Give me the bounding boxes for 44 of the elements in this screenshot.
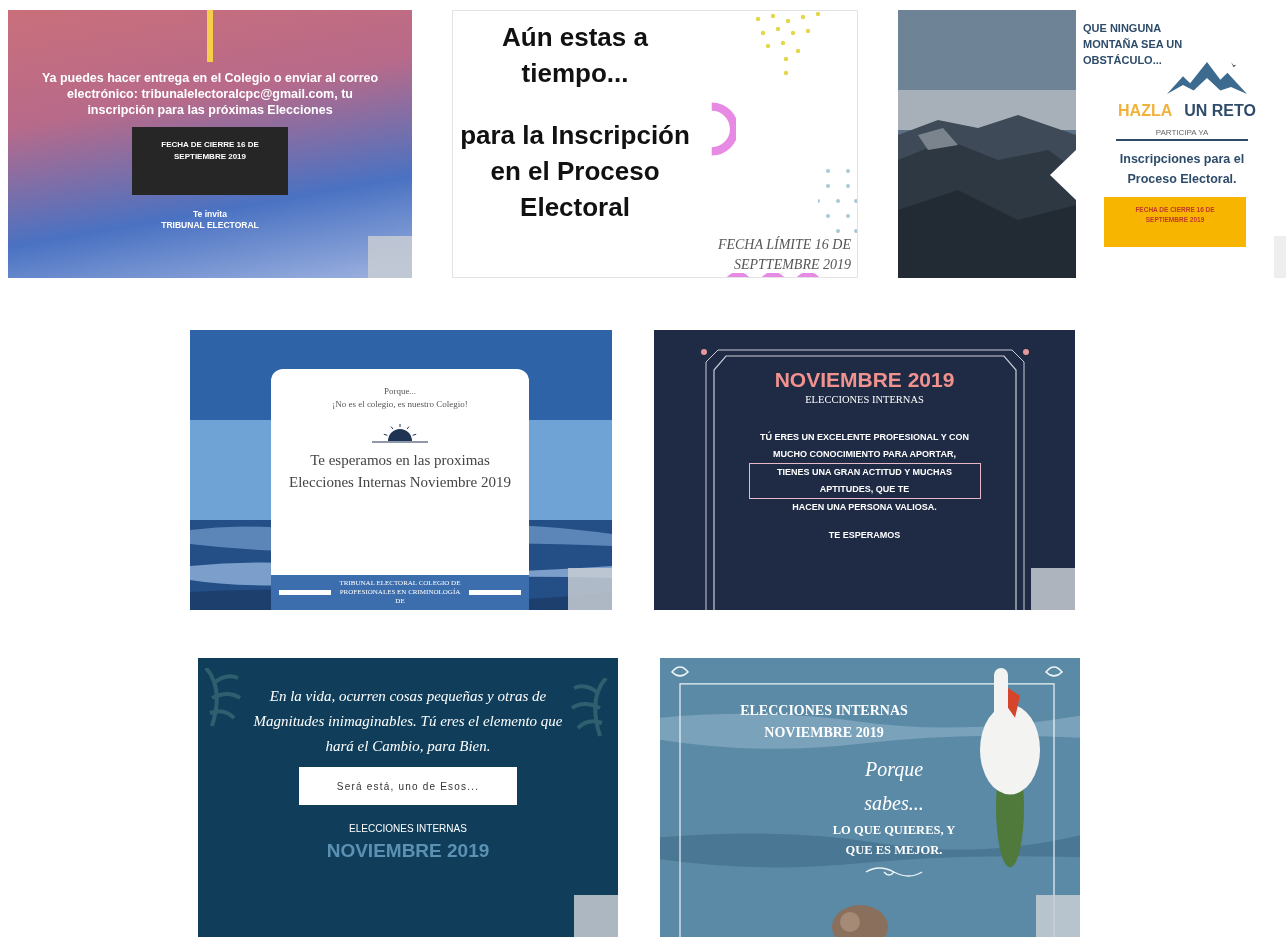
poster-card[interactable]: NOVIEMBRE 2019 ELECCIONES INTERNAS TÚ ERES UN EXCELENTE PROFESIONAL Y CON MUCHO CONOCIMIENTO PARA APORTAR, TIENES UNA GRAN ACTITUD Y MUCHAS APTITUDES, QUE TE HACEN UNA PERSONA VALIOSA. TE ESPERAMOS [654, 330, 1075, 610]
poster-headline: Aún estas a tiempo... [501, 21, 649, 90]
poster-tagline: QUE NINGUNA MONTAÑA SEA UN OBSTÁCULO... [1083, 21, 1184, 68]
poster-message: Inscripciones para el Proceso Electoral. [1118, 151, 1246, 188]
overlay-tile [368, 236, 412, 278]
poster-accent-word: HAZLA [1118, 102, 1173, 120]
overlay-tile [1036, 895, 1080, 937]
poster-footer-text: TRIBUNAL ELECTORAL [161, 220, 259, 231]
overlay-tile [574, 895, 618, 937]
poster-footer-text: Te invita [193, 209, 227, 220]
poster-intro: Porque... [383, 385, 417, 398]
poster-heading: NOVIEMBRE 2019 [774, 368, 955, 392]
poster-caption: PARTICIPA YA [1115, 128, 1249, 141]
mountain-icon [1167, 60, 1247, 96]
leaf-drawing [204, 668, 244, 728]
overlay-tile [1031, 568, 1075, 610]
accent-bar [207, 10, 213, 62]
poster-message: Te esperamos en las proximas Elecciones Internas Noviembre 2019 [288, 451, 512, 492]
deadline-text: FECHA LÍMITE 16 DE SEPTTEMBRE 2019 [716, 235, 851, 274]
poster-message: TÚ ERES UN EXCELENTE PROFESIONAL Y CON MUCHO CONOCIMIENTO PARA APORTAR, [758, 430, 970, 461]
boxed-text: TIENES UNA GRAN ACTITUD Y MUCHAS APTITUDES, QUE TE [748, 463, 981, 499]
poster-card[interactable]: Aún estas a tiempo... para la Inscripción en el Proceso Electoral FECHA LÍMITE 16 DE SEPTTEMBRE 2019 [452, 10, 858, 278]
date-box: FECHA DE CIERRE 16 DE SEPTIEMBRE 2019 [132, 127, 288, 195]
poster-subtitle: ELECCIONES INTERNAS [805, 394, 924, 405]
poster-message: LO QUE QUIERES, Y QUE ES MEJOR. [831, 822, 957, 859]
poster-card[interactable]: En la vida, ocurren cosas pequeñas y otras de Magnitudes inimaginables. Tú eres el elemento que hará el Cambio, para Bien. Será está, uno de Esos... ELECCIONES INTERNAS NOVIEMBRE 2019 [198, 658, 618, 937]
poster-heading: UN RETO [1184, 102, 1256, 120]
dots-drawing [818, 166, 857, 236]
poster-message: HACEN UNA PERSONA VALIOSA. [791, 501, 938, 514]
poster-heading: NOVIEMBRE 2019 [326, 840, 490, 862]
poster-card[interactable] [8, 10, 412, 278]
leaf-drawing [568, 678, 608, 738]
poster-headline: para la Inscripción en el Proceso Electoral [459, 119, 691, 224]
sunrise-icon [370, 423, 430, 445]
poster-script-text: Porque sabes... [863, 757, 925, 816]
poster-heading: ELECCIONES INTERNAS NOVIEMBRE 2019 [739, 702, 909, 742]
poster-quote: ¡No es el colegio, es nuestro Colegio! [332, 398, 468, 411]
poster-message: En la vida, ocurren cosas pequeñas y otras de Magnitudes inimaginables. Tú eres el elemento que hará el Cambio, para Bien. [252, 687, 564, 756]
poster-closing: TE ESPERAMOS [828, 530, 901, 540]
poster-subtitle: ELECCIONES INTERNAS [349, 823, 467, 834]
message-button[interactable]: Será está, uno de Esos... [299, 767, 517, 805]
flourish-drawing [864, 864, 924, 880]
poster-message: Ya puedes hacer entrega en el Colegio o enviar al correo electrónico: tribunalelectoralcpc@gmail.com, tu inscripción para las próximas Elecciones [40, 70, 380, 118]
overlay-tile [568, 568, 612, 610]
